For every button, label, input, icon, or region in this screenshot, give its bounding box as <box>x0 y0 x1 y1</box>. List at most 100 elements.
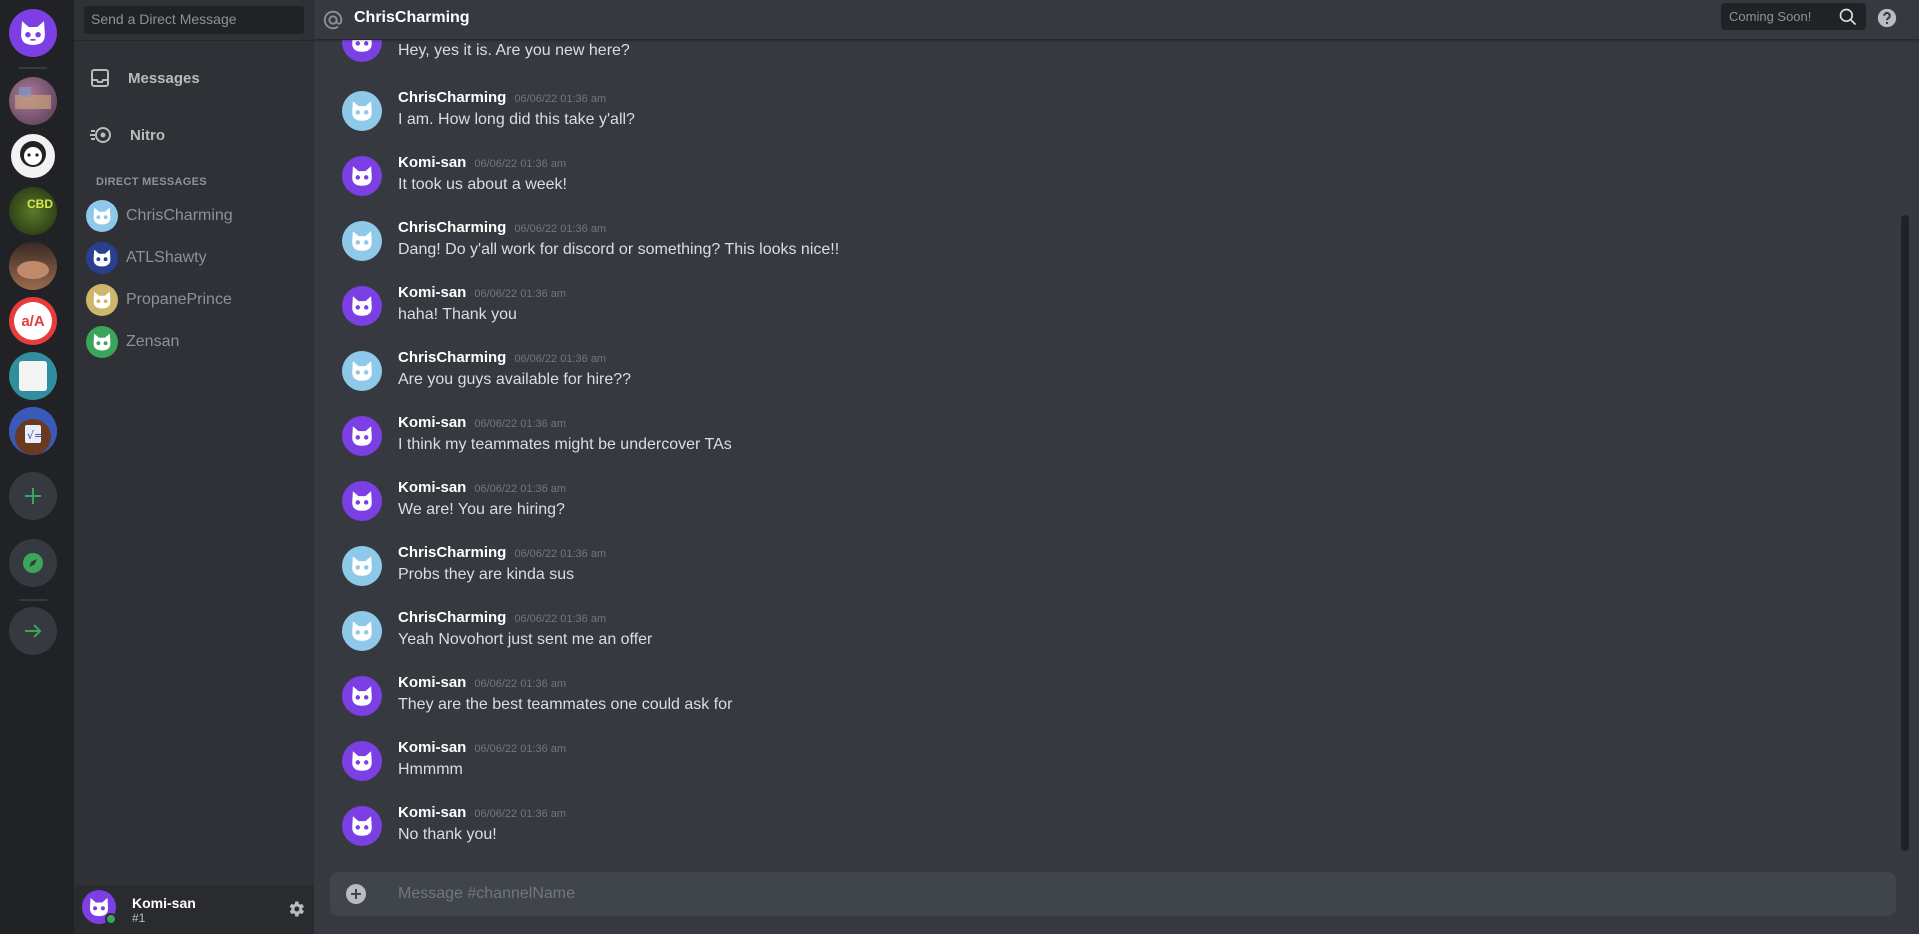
message-author[interactable]: Komi-san 06/06/22 01:36 am <box>398 804 566 821</box>
avatar[interactable] <box>342 286 382 326</box>
online-status-indicator <box>105 913 117 925</box>
cat-avatar-icon <box>352 361 372 381</box>
author-name: Komi-san <box>398 804 467 821</box>
message-author[interactable]: Komi-san 06/06/22 01:36 am <box>398 739 566 756</box>
author-name: Komi-san <box>398 674 467 691</box>
dm-item-atlshawty[interactable]: ATLShawty <box>86 240 308 276</box>
server-icon-3[interactable]: CBD <box>9 187 57 235</box>
channel-header: ChrisCharming Coming Soon! <box>314 0 1919 40</box>
server-icon-7[interactable]: √= <box>9 407 57 455</box>
explore-servers-button[interactable] <box>9 539 57 587</box>
message-author[interactable]: Komi-san 06/06/22 01:36 am <box>398 284 566 301</box>
rail-separator <box>19 599 47 601</box>
message: Komi-san 06/06/22 01:36 am I think my team… <box>328 412 1888 474</box>
dm-item-zensan[interactable]: Zensan <box>86 324 308 360</box>
message-input[interactable]: Message #channelName <box>398 885 575 903</box>
avatar <box>86 284 118 316</box>
server-icon-1[interactable] <box>9 77 57 125</box>
message-composer[interactable]: Message #channelName <box>330 872 1896 916</box>
message-author[interactable]: Komi-san 06/06/22 01:36 am <box>398 414 566 431</box>
author-name: ChrisCharming <box>398 609 507 626</box>
avatar[interactable] <box>342 416 382 456</box>
message-author[interactable]: ChrisCharming 06/06/22 01:36 am <box>398 89 606 106</box>
author-name: ChrisCharming <box>398 544 507 561</box>
home-button[interactable] <box>9 9 57 57</box>
message: Komi-san 06/06/22 01:36 am We are! You are… <box>328 477 1888 539</box>
server-icon-2[interactable] <box>9 132 57 180</box>
avatar[interactable] <box>342 91 382 131</box>
dm-search-input[interactable]: Send a Direct Message <box>84 6 304 34</box>
message-text: Yeah Novohort just sent me an offer <box>398 631 653 648</box>
plus-icon <box>25 488 41 504</box>
message-timestamp: 06/06/22 01:36 am <box>474 808 567 820</box>
message-author[interactable]: Komi-san 06/06/22 01:36 am <box>398 479 566 496</box>
message: Komi-san 06/06/22 01:36 am They are the be… <box>328 672 1888 734</box>
compass-icon <box>23 553 43 573</box>
server-icon-4[interactable] <box>9 242 57 290</box>
dm-name: PropanePrince <box>126 291 232 308</box>
server-image-7: √= <box>9 407 57 455</box>
nitro-icon <box>90 127 111 143</box>
message: Komi-san 06/06/22 01:36 am Hmmmm <box>328 737 1888 799</box>
user-tag: #1 <box>132 911 146 925</box>
message-timestamp: 06/06/22 01:36 am <box>474 418 567 430</box>
message: ChrisCharming 06/06/22 01:36 am Dang! Do y… <box>328 217 1888 279</box>
add-server-button[interactable] <box>9 472 57 520</box>
message-author[interactable]: Komi-san 06/06/22 01:36 am <box>398 674 566 691</box>
message: ChrisCharming 06/06/22 01:36 am I am. How … <box>328 87 1888 149</box>
server-image-1 <box>15 87 51 109</box>
app-window: CBD a/A √= Send a Direct Message Message… <box>0 0 1919 934</box>
gear-icon[interactable] <box>286 899 306 919</box>
message-list[interactable]: Hey, yes it is. Are you new here? ChrisC… <box>314 40 1904 855</box>
cat-avatar-icon <box>93 207 111 225</box>
logout-button[interactable] <box>9 607 57 655</box>
avatar <box>86 242 118 274</box>
message: Komi-san 06/06/22 01:36 am haha! Thank you <box>328 282 1888 344</box>
message-text: Hmmmm <box>398 761 463 778</box>
message-author[interactable]: ChrisCharming 06/06/22 01:36 am <box>398 349 606 366</box>
message: ChrisCharming 06/06/22 01:36 am Yeah Novoh… <box>328 607 1888 669</box>
avatar[interactable] <box>342 481 382 521</box>
message-text: Dang! Do y'all work for discord or somet… <box>398 241 840 258</box>
cat-avatar-icon <box>352 621 372 641</box>
avatar[interactable] <box>342 221 382 261</box>
at-sign-icon <box>323 10 343 30</box>
message: Komi-san 06/06/22 01:36 am No thank you! <box>328 802 1888 855</box>
author-name: Komi-san <box>398 284 467 301</box>
header-search-input[interactable]: Coming Soon! <box>1721 3 1866 30</box>
server-label-5: a/A <box>21 312 45 330</box>
message-text: Hey, yes it is. Are you new here? <box>398 42 630 59</box>
avatar[interactable] <box>342 40 382 62</box>
scrollbar[interactable] <box>1901 215 1909 851</box>
message-author[interactable]: Komi-san 06/06/22 01:36 am <box>398 154 566 171</box>
message: Hey, yes it is. Are you new here? <box>328 40 1888 80</box>
avatar[interactable] <box>342 156 382 196</box>
avatar[interactable] <box>342 611 382 651</box>
avatar[interactable] <box>342 351 382 391</box>
add-attachment-icon[interactable] <box>346 884 366 904</box>
message-text: It took us about a week! <box>398 176 567 193</box>
server-icon-5[interactable]: a/A <box>9 297 57 345</box>
cat-avatar-icon <box>352 491 372 511</box>
cat-avatar-icon <box>352 556 372 576</box>
dm-item-chrischarming[interactable]: ChrisCharming <box>86 198 308 234</box>
nav-messages[interactable]: Messages <box>82 57 304 99</box>
message-author[interactable]: ChrisCharming 06/06/22 01:36 am <box>398 544 606 561</box>
username: Komi-san <box>132 895 196 911</box>
nav-label: Nitro <box>130 126 165 144</box>
message-text: Are you guys available for hire?? <box>398 371 632 388</box>
server-image-4 <box>17 261 49 279</box>
nav-nitro[interactable]: Nitro <box>82 114 304 156</box>
avatar[interactable] <box>342 806 382 846</box>
message-author[interactable]: ChrisCharming 06/06/22 01:36 am <box>398 609 606 626</box>
avatar[interactable] <box>342 676 382 716</box>
message-author[interactable]: ChrisCharming 06/06/22 01:36 am <box>398 219 606 236</box>
avatar[interactable] <box>342 546 382 586</box>
help-icon[interactable] <box>1876 7 1898 29</box>
dm-item-propaneprince[interactable]: PropanePrince <box>86 282 308 318</box>
server-icon-6[interactable] <box>9 352 57 400</box>
channel-title: ChrisCharming <box>354 9 470 26</box>
cat-avatar-icon <box>352 816 372 836</box>
author-name: Komi-san <box>398 739 467 756</box>
avatar[interactable] <box>342 741 382 781</box>
